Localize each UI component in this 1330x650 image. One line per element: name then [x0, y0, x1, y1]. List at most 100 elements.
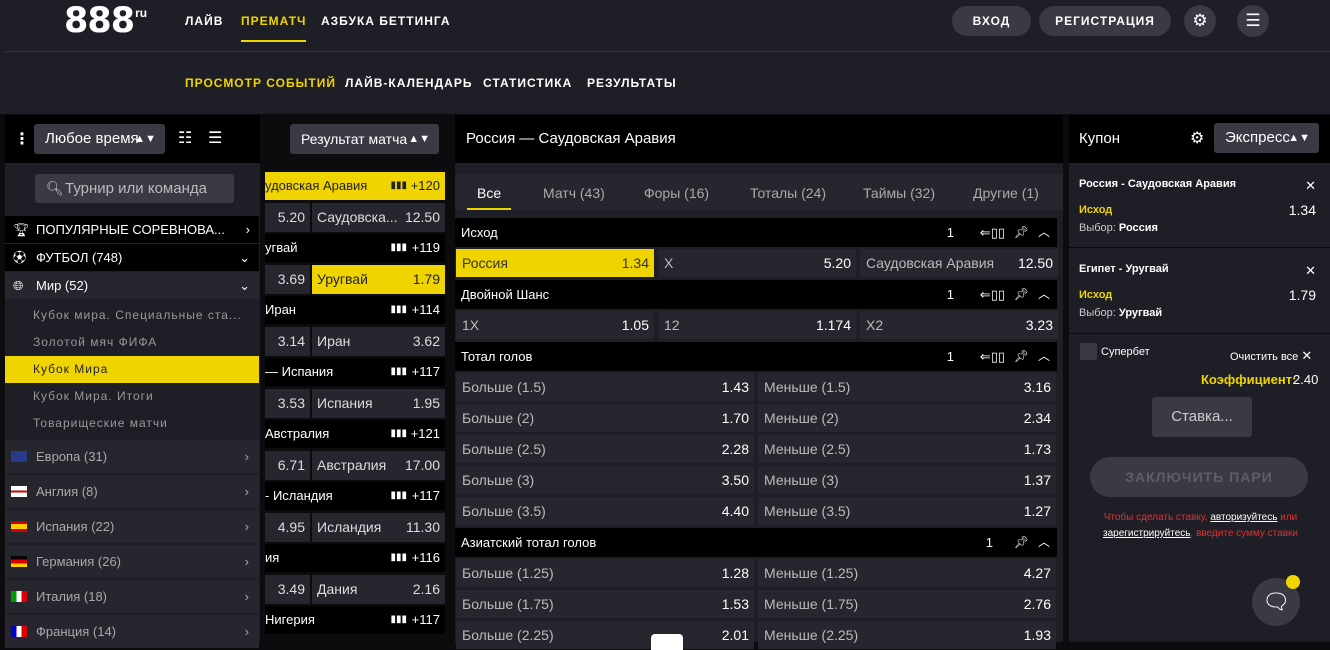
- event-odd-draw[interactable]: 3.14: [265, 327, 310, 356]
- event-odd-away[interactable]: Иран 3.62: [312, 327, 445, 356]
- country-france[interactable]: Франция (14) ›: [5, 615, 259, 648]
- chevron-up-icon[interactable]: ︿: [1038, 342, 1050, 371]
- country-germany[interactable]: Германия (26) ›: [5, 545, 259, 578]
- odd-button[interactable]: Меньше (1.75) 2.76: [758, 590, 1056, 618]
- register-link[interactable]: зарегистрируйтесь: [1103, 528, 1191, 539]
- tab-all[interactable]: Все: [467, 174, 512, 210]
- nav-prematch[interactable]: ПРЕМАТЧ: [241, 0, 307, 42]
- odd-button[interactable]: Меньше (3.5) 1.27: [758, 497, 1056, 525]
- event-odd-away[interactable]: Испания 1.95: [312, 389, 445, 418]
- odd-button[interactable]: Россия 1.34: [456, 249, 654, 277]
- event-row-title[interactable]: угвай ▮▮▮ +119: [265, 234, 445, 262]
- odd-button[interactable]: Саудовская Аравия 12.50: [860, 249, 1058, 277]
- more-vertical-icon[interactable]: ⋮: [14, 129, 30, 149]
- odd-button[interactable]: X 5.20: [658, 249, 856, 277]
- event-row-title[interactable]: — Испания ▮▮▮ +117: [265, 358, 445, 386]
- list-view-icon[interactable]: ☷: [178, 128, 192, 148]
- odd-button[interactable]: Больше (1.25) 1.28: [456, 559, 754, 587]
- sub-item-worldcup-results[interactable]: Кубок Мира. Итоги: [5, 383, 259, 410]
- country-europe[interactable]: Европа (31) ›: [5, 440, 259, 473]
- settings-gear-icon[interactable]: ⚙: [1184, 5, 1216, 37]
- event-odd-draw[interactable]: 3.53: [265, 389, 310, 418]
- odd-button[interactable]: Меньше (2) 2.34: [758, 404, 1056, 432]
- remove-bet-close-icon[interactable]: ✕: [1305, 263, 1316, 279]
- country-england[interactable]: Англия (8) ›: [5, 475, 259, 508]
- tab-match[interactable]: Матч (43): [543, 174, 605, 210]
- odd-button[interactable]: Меньше (2.25) 1.93: [758, 621, 1056, 649]
- odd-button[interactable]: Больше (3) 3.50: [456, 466, 754, 494]
- sub-item-worldcup[interactable]: Кубок Мира: [5, 356, 259, 383]
- tab-other[interactable]: Другие (1): [973, 174, 1039, 210]
- event-row-title[interactable]: Австралия ▮▮▮ +121: [265, 420, 445, 448]
- menu-world[interactable]: 🌐︎ Мир (52) ⌄: [5, 272, 259, 299]
- market-filter-select[interactable]: Результат матча ▲▼: [290, 124, 439, 154]
- event-row-title[interactable]: Иран ▮▮▮ +114: [265, 296, 445, 324]
- event-odd-draw[interactable]: 5.20: [265, 203, 310, 232]
- odd-button[interactable]: Больше (2.5) 2.28: [456, 435, 754, 463]
- odd-button[interactable]: Меньше (1.5) 3.16: [758, 373, 1056, 401]
- share-icon[interactable]: ⇐▯▯: [980, 218, 1005, 247]
- event-odd-draw[interactable]: 3.49: [265, 575, 310, 604]
- pin-icon[interactable]: 📌︎: [1014, 218, 1029, 247]
- chevron-up-icon[interactable]: ︿: [1038, 528, 1050, 557]
- event-odd-away[interactable]: Саудовска... 12.50: [312, 203, 445, 232]
- odd-button[interactable]: Меньше (3) 1.37: [758, 466, 1056, 494]
- chevron-up-icon[interactable]: ︿: [1038, 280, 1050, 309]
- nav-live[interactable]: ЛАЙВ: [185, 0, 223, 52]
- event-row-title[interactable]: - Исландия ▮▮▮ +117: [265, 482, 445, 510]
- login-link[interactable]: авторизуйтесь: [1210, 512, 1277, 523]
- sub-item-worldcup-special[interactable]: Кубок мира. Специальные ста...: [5, 302, 259, 329]
- pin-icon[interactable]: 📌︎: [1014, 528, 1029, 557]
- subnav-events[interactable]: ПРОСМОТР СОБЫТИЙ: [185, 76, 336, 90]
- tab-totals[interactable]: Тоталы (24): [750, 174, 826, 210]
- event-odd-away[interactable]: Уругвай 1.79: [312, 265, 445, 294]
- event-odd-draw[interactable]: 3.69: [265, 265, 310, 294]
- event-odd-away[interactable]: Исландия 11.30: [312, 513, 445, 542]
- remove-bet-close-icon[interactable]: ✕: [1305, 178, 1316, 194]
- odd-button[interactable]: Больше (1.5) 1.43: [456, 373, 754, 401]
- clear-all-button[interactable]: Очистить все ✕: [1230, 348, 1312, 364]
- odd-button[interactable]: 12 1.174: [658, 311, 856, 339]
- menu-football[interactable]: ⚽︎ ФУТБОЛ (748) ⌄: [5, 244, 259, 271]
- scroll-up-button[interactable]: [651, 634, 683, 650]
- time-filter-select[interactable]: Любое время ▲▼: [34, 124, 165, 154]
- event-odd-draw[interactable]: 6.71: [265, 451, 310, 480]
- odd-button[interactable]: Меньше (1.25) 4.27: [758, 559, 1056, 587]
- tab-handicaps[interactable]: Форы (16): [644, 174, 709, 210]
- pin-icon[interactable]: 📌︎: [1014, 280, 1029, 309]
- event-row-title[interactable]: Нигерия ▮▮▮ +117: [265, 606, 445, 634]
- sub-item-friendlies[interactable]: Товарищеские матчи: [5, 410, 259, 437]
- odd-button[interactable]: Больше (2.25) 2.01: [456, 621, 754, 649]
- logo[interactable]: 888 ru: [64, 2, 147, 40]
- country-italy[interactable]: Италия (18) ›: [5, 580, 259, 613]
- register-button[interactable]: РЕГИСТРАЦИЯ: [1039, 6, 1171, 36]
- market-header[interactable]: Двойной Шанс 1 ⇐▯▯ 📌︎ ︿: [455, 280, 1057, 309]
- sub-item-golden-ball[interactable]: Золотой мяч ФИФА: [5, 329, 259, 356]
- pin-icon[interactable]: 📌︎: [1014, 342, 1029, 371]
- odd-button[interactable]: Меньше (2.5) 1.73: [758, 435, 1056, 463]
- event-row-title[interactable]: ия ▮▮▮ +116: [265, 544, 445, 572]
- odd-button[interactable]: Больше (1.75) 1.53: [456, 590, 754, 618]
- market-header[interactable]: Исход 1 ⇐▯▯ 📌︎ ︿: [455, 218, 1057, 247]
- odd-button[interactable]: X2 3.23: [860, 311, 1058, 339]
- tab-halves[interactable]: Таймы (32): [863, 174, 935, 210]
- subnav-live-calendar[interactable]: ЛАЙВ-КАЛЕНДАРЬ: [345, 76, 472, 90]
- share-icon[interactable]: ⇐▯▯: [980, 280, 1005, 309]
- share-icon[interactable]: ⇐▯▯: [980, 342, 1005, 371]
- coupon-settings-gear-icon[interactable]: ⚙: [1190, 128, 1204, 148]
- event-row-title[interactable]: удовская Аравия ▮▮▮ +120: [265, 172, 445, 200]
- odd-button[interactable]: Больше (3.5) 4.40: [456, 497, 754, 525]
- market-header[interactable]: Тотал голов 1 ⇐▯▯ 📌︎ ︿: [455, 342, 1057, 371]
- superbet-checkbox[interactable]: [1080, 343, 1097, 360]
- chevron-up-icon[interactable]: ︿: [1038, 218, 1050, 247]
- collapse-icon[interactable]: ☰: [208, 128, 222, 148]
- stake-input[interactable]: Ставка...: [1152, 397, 1252, 437]
- event-odd-away[interactable]: Австралия 17.00: [312, 451, 445, 480]
- nav-betting-abc[interactable]: АЗБУКА БЕТТИНГА: [321, 0, 451, 52]
- subnav-results[interactable]: РЕЗУЛЬТАТЫ: [587, 76, 677, 90]
- country-spain[interactable]: Испания (22) ›: [5, 510, 259, 543]
- odd-button[interactable]: Больше (2) 1.70: [456, 404, 754, 432]
- search-input[interactable]: 🔍︎ Турнир или команда: [35, 174, 234, 203]
- odd-button[interactable]: 1X 1.05: [456, 311, 654, 339]
- place-bet-button[interactable]: ЗАКЛЮЧИТЬ ПАРИ: [1090, 457, 1308, 497]
